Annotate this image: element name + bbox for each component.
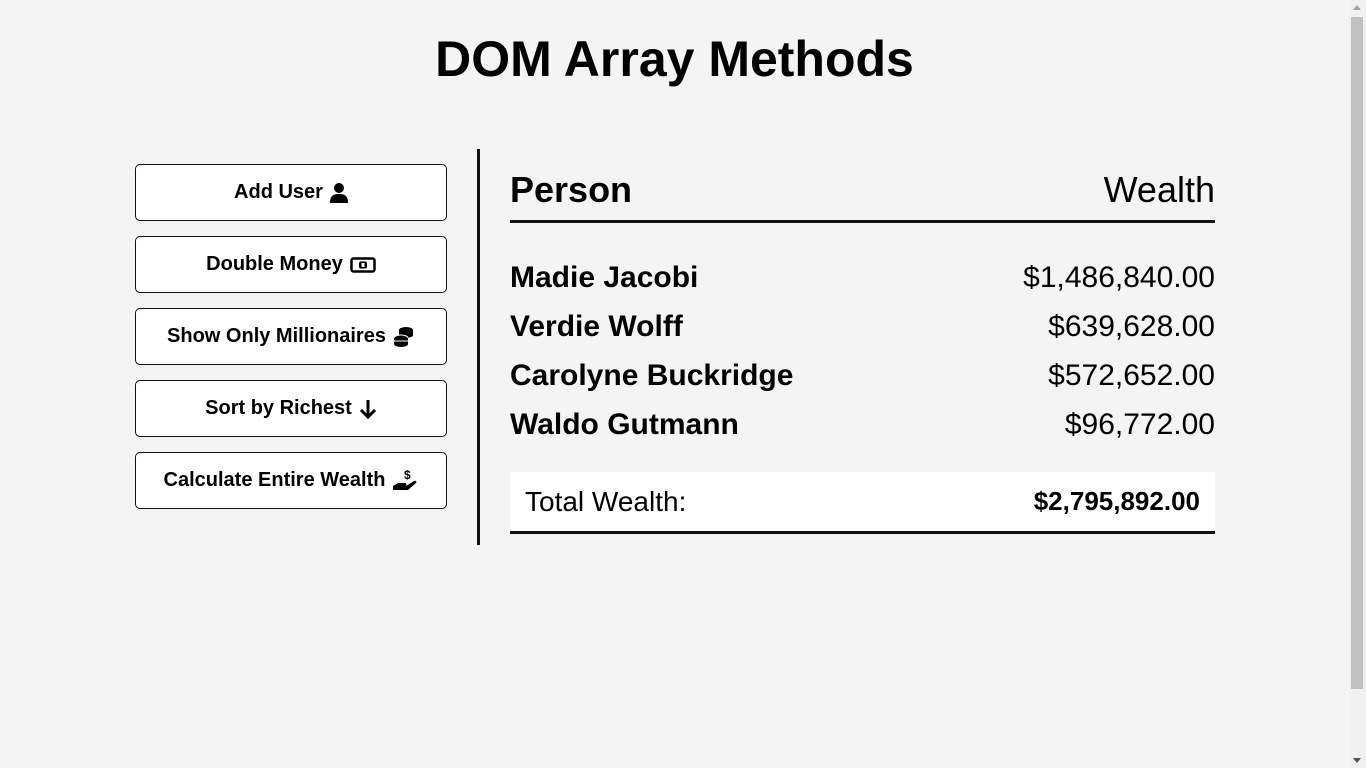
user-icon: [329, 182, 348, 203]
person-wealth: $572,652.00: [1048, 358, 1215, 392]
scroll-down-icon[interactable]: [1353, 758, 1361, 763]
double-money-label: Double Money: [206, 253, 343, 275]
svg-text:$: $: [404, 469, 411, 482]
money-bill-icon: [350, 256, 376, 273]
show-millionaires-label: Show Only Millionaires: [167, 325, 386, 347]
sidebar: Add User Double Money Show Only Milliona…: [135, 164, 447, 524]
add-user-button[interactable]: Add User: [135, 164, 447, 221]
total-wealth-label: Total Wealth:: [525, 485, 687, 517]
person-name: Carolyne Buckridge: [510, 358, 794, 392]
calculate-wealth-button[interactable]: Calculate Entire Wealth $: [135, 452, 447, 509]
table-row: Madie Jacobi $1,486,840.00: [510, 253, 1215, 302]
hand-holding-dollar-icon: $: [392, 469, 418, 493]
double-money-button[interactable]: Double Money: [135, 236, 447, 293]
person-wealth: $639,628.00: [1048, 309, 1215, 343]
scroll-thumb[interactable]: [1351, 17, 1363, 689]
wealth-table: Person Wealth Madie Jacobi $1,486,840.00…: [510, 160, 1215, 534]
total-wealth-value: $2,795,892.00: [1033, 486, 1200, 516]
table-row: Waldo Gutmann $96,772.00: [510, 400, 1215, 449]
person-header: Person: [510, 169, 633, 210]
table-row: Carolyne Buckridge $572,652.00: [510, 351, 1215, 400]
sort-richest-button[interactable]: Sort by Richest: [135, 380, 447, 437]
calculate-wealth-label: Calculate Entire Wealth: [163, 469, 386, 491]
arrow-down-icon: [359, 399, 377, 419]
table-body: Madie Jacobi $1,486,840.00 Verdie Wolff …: [510, 223, 1215, 449]
total-wealth-row: Total Wealth: $2,795,892.00: [510, 472, 1215, 534]
coins-icon: [393, 326, 415, 348]
scroll-up-icon[interactable]: [1353, 5, 1361, 10]
add-user-label: Add User: [234, 181, 323, 203]
wealth-header: Wealth: [1103, 169, 1215, 210]
person-wealth: $96,772.00: [1064, 407, 1215, 441]
table-header: Person Wealth: [510, 160, 1215, 223]
divider: [477, 149, 480, 545]
person-name: Waldo Gutmann: [510, 407, 739, 441]
vertical-scrollbar[interactable]: [1349, 0, 1366, 768]
person-name: Madie Jacobi: [510, 260, 699, 294]
person-wealth: $1,486,840.00: [1023, 260, 1215, 294]
show-millionaires-button[interactable]: Show Only Millionaires: [135, 308, 447, 365]
sort-richest-label: Sort by Richest: [205, 397, 352, 419]
table-row: Verdie Wolff $639,628.00: [510, 302, 1215, 351]
person-name: Verdie Wolff: [510, 309, 683, 343]
page-title: DOM Array Methods: [435, 31, 914, 87]
